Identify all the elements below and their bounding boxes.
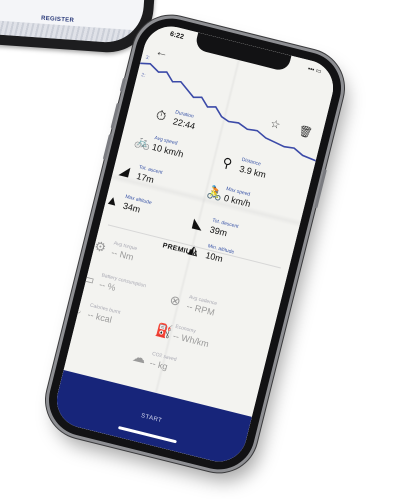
cadence-icon: ⊗ bbox=[168, 291, 183, 309]
stat-tot-descent: ◣ Tot. descent 39m bbox=[191, 213, 284, 238]
descent-icon: ◣ bbox=[191, 215, 205, 233]
signal-icon: ▪▪▪ bbox=[307, 66, 315, 74]
bicycle-icon: 🚲 bbox=[133, 132, 153, 152]
start-label: START bbox=[140, 413, 163, 425]
battery-icon: ▭ bbox=[80, 270, 97, 288]
stat-tot-ascent: ◢ Tot. ascent 17m bbox=[118, 160, 211, 185]
stat-battery-consumption: ▭ Battery consumption -- % bbox=[81, 268, 174, 293]
stopwatch-icon: ⏱ bbox=[154, 106, 168, 124]
stat-value: 10 km/h bbox=[151, 141, 185, 160]
star-icon: ☆ bbox=[268, 117, 282, 132]
phone-screen: 6:22 ▪▪▪ ▭ ← 3: 2: ☆ 🗑 ⏱ Duration 22:44 … bbox=[51, 20, 339, 468]
mute-switch bbox=[119, 77, 127, 92]
stat-max-altitude: ▲ Max altitude 34m bbox=[105, 189, 198, 214]
flame-icon: ♨ bbox=[69, 300, 85, 318]
volume-down-button bbox=[102, 133, 112, 160]
ascent-icon: ◢ bbox=[118, 161, 132, 179]
economy-icon: ⛽ bbox=[154, 321, 174, 340]
phone-frame: 6:22 ▪▪▪ ▭ ← 3: 2: ☆ 🗑 ⏱ Duration 22:44 … bbox=[41, 10, 349, 478]
stat-economy: ⛽ Economy -- Wh/km bbox=[155, 319, 248, 349]
stat-max-speed: 🚴 Max speed 0 km/h bbox=[205, 182, 299, 209]
secondary-phone-screen: REGISTER bbox=[0, 0, 149, 45]
fast-bicycle-icon: 🚴 bbox=[205, 183, 225, 203]
stat-avg-speed: 🚲 Avg speed 10 km/h bbox=[134, 131, 227, 160]
torque-icon: ⚙ bbox=[92, 237, 108, 256]
power-button bbox=[314, 168, 327, 209]
stat-min-altitude: ◭ Min. altitude 10m bbox=[187, 239, 280, 264]
stat-co2: ☁ CO2 saved -- kg bbox=[131, 347, 224, 372]
distance-icon: ⚲ bbox=[220, 154, 234, 172]
mountain-icon: ▲ bbox=[104, 191, 121, 210]
stat-distance: ⚲ Distance 3.9 km bbox=[221, 153, 314, 179]
stat-calories: ♨ Calories burnt -- kcal bbox=[69, 298, 162, 325]
stat-avg-cadence: ⊗ Avg cadence -- RPM bbox=[168, 290, 261, 318]
stat-value: 3.9 km bbox=[238, 163, 268, 180]
volume-up-button bbox=[110, 102, 120, 129]
